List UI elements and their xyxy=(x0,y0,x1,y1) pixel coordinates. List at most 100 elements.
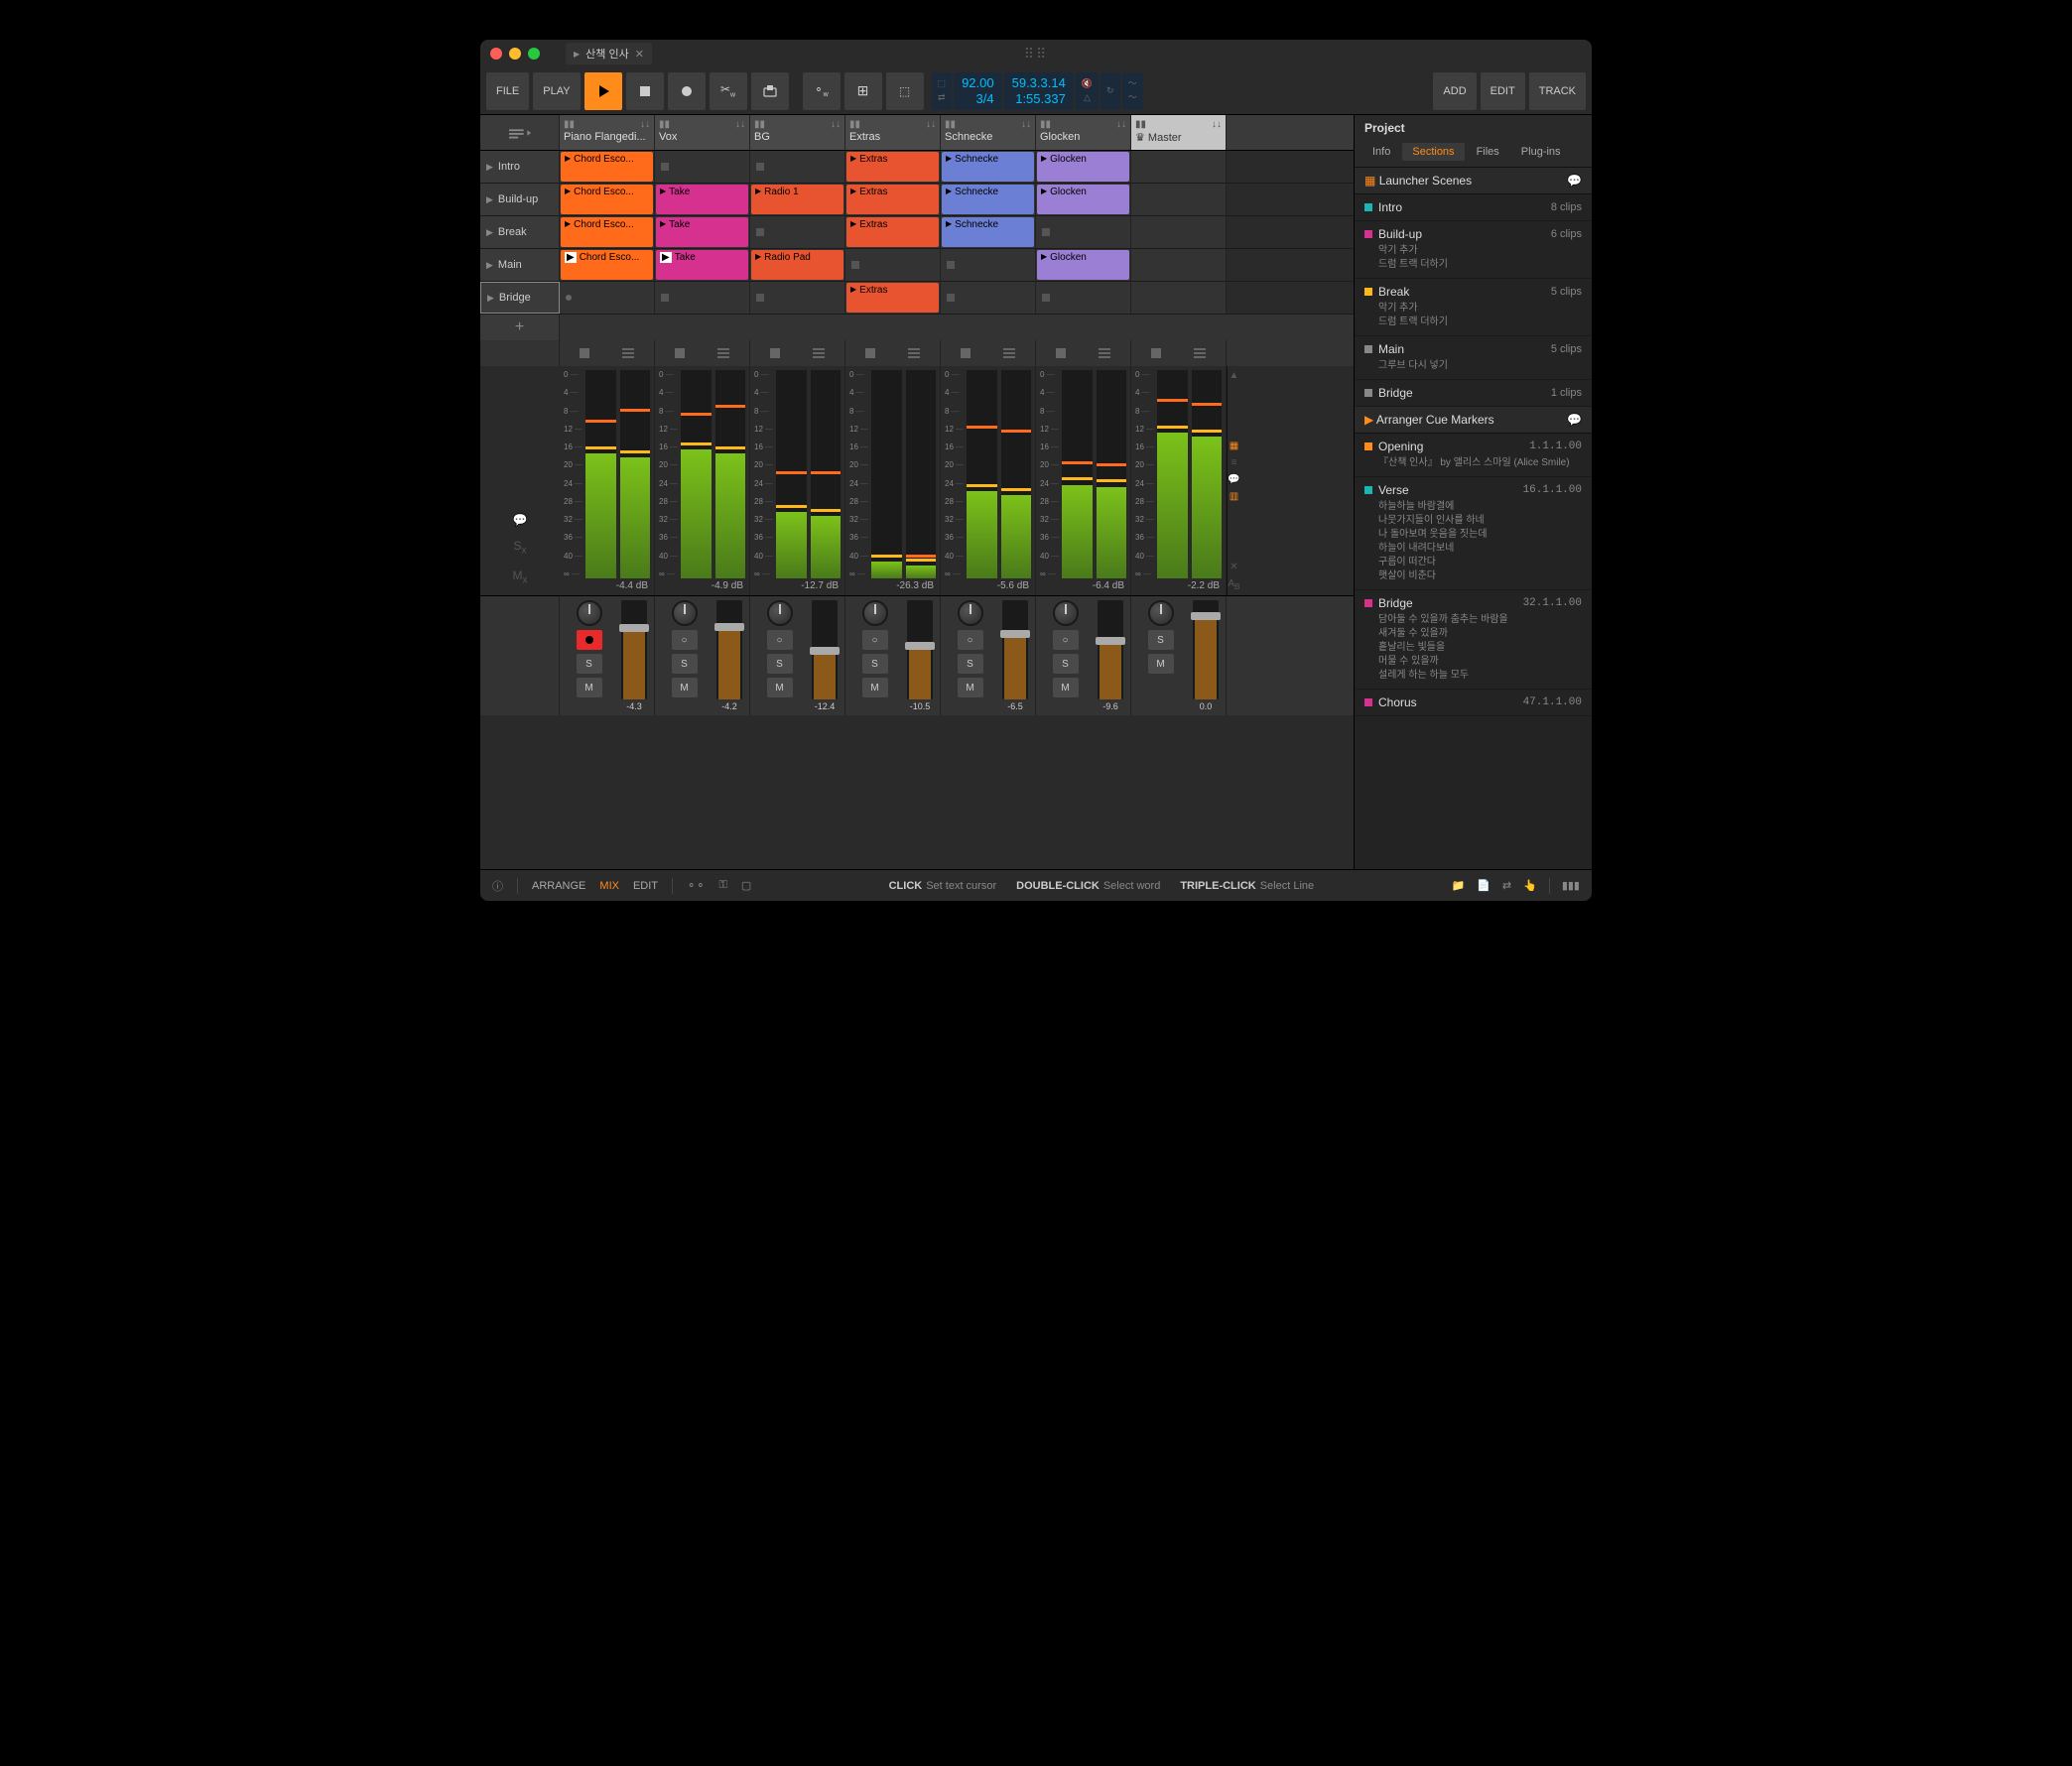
play-menu-button[interactable]: PLAY xyxy=(533,72,580,110)
track-control[interactable] xyxy=(560,340,655,366)
clip-slot[interactable] xyxy=(1131,216,1227,248)
volume-fader[interactable]: -12.4 xyxy=(809,600,841,711)
track-header[interactable]: ▮▮↓↓Vox xyxy=(655,115,750,150)
solo-button[interactable]: S xyxy=(672,654,698,674)
tab-sections[interactable]: Sections xyxy=(1402,143,1464,161)
record-arm-button[interactable]: ○ xyxy=(958,630,983,650)
file-icon[interactable]: 📄 xyxy=(1477,879,1490,892)
clip-slot[interactable] xyxy=(1036,216,1131,248)
scene-launch-button[interactable]: ▶Bridge xyxy=(480,282,560,314)
volume-fader[interactable]: -4.2 xyxy=(713,600,745,711)
mixer-icon[interactable]: ▮▮▮ xyxy=(1562,879,1580,892)
track-control[interactable] xyxy=(655,340,750,366)
track-control[interactable] xyxy=(1036,340,1131,366)
close-panel-icon[interactable]: ✕ xyxy=(1230,562,1237,572)
minimize-icon[interactable] xyxy=(509,48,521,60)
clip-slot[interactable] xyxy=(1131,282,1227,314)
clip-slot[interactable]: ▶Extras xyxy=(845,184,941,215)
track-header[interactable]: ▮▮↓↓Piano Flangedi... xyxy=(560,115,655,150)
record-arm-button[interactable]: ○ xyxy=(767,630,793,650)
add-scene-button[interactable]: + xyxy=(480,315,560,340)
clip-slot[interactable] xyxy=(750,151,845,183)
pan-knob[interactable] xyxy=(672,600,698,626)
mute-button[interactable]: M xyxy=(1053,678,1079,697)
mute-button[interactable]: M xyxy=(1148,654,1174,674)
close-icon[interactable] xyxy=(490,48,502,60)
clip-launcher-button[interactable]: ⚬w xyxy=(803,72,841,110)
tab-files[interactable]: Files xyxy=(1467,143,1509,161)
clip-slot[interactable]: ▶Take xyxy=(655,216,750,248)
clip-slot[interactable]: ▶Take xyxy=(655,249,750,281)
clip-slot[interactable] xyxy=(1131,249,1227,281)
add-button[interactable]: ADD xyxy=(1433,72,1476,110)
mix-view-button[interactable]: MIX xyxy=(599,880,619,892)
tab-plug-ins[interactable]: Plug-ins xyxy=(1511,143,1571,161)
file-button[interactable]: FILE xyxy=(486,72,529,110)
clip-slot[interactable]: ▶Chord Esco... xyxy=(560,216,655,248)
key-icon[interactable]: ⚿ xyxy=(718,879,726,892)
clip-slot[interactable] xyxy=(750,282,845,314)
track-control[interactable] xyxy=(845,340,941,366)
tab-info[interactable]: Info xyxy=(1362,143,1400,161)
mute-button[interactable]: M xyxy=(672,678,698,697)
cue-list-item[interactable]: Chorus47.1.1.00 xyxy=(1355,690,1592,716)
clip-slot[interactable] xyxy=(845,249,941,281)
pan-knob[interactable] xyxy=(862,600,888,626)
solo-button[interactable]: S xyxy=(958,654,983,674)
clip-slot[interactable]: ▶Extras xyxy=(845,151,941,183)
clip-slot[interactable]: ▶Radio Pad xyxy=(750,249,845,281)
scene-launch-button[interactable]: ▶Break xyxy=(480,216,560,248)
scroll-up-icon[interactable]: ▲ xyxy=(1230,370,1239,381)
mix-icon[interactable]: Mx xyxy=(513,568,528,585)
scene-launch-button[interactable]: ▶Main xyxy=(480,249,560,281)
pointer-icon[interactable]: 👆 xyxy=(1523,879,1537,892)
clip-slot[interactable] xyxy=(560,282,655,314)
fx-icon[interactable]: Sx xyxy=(513,539,526,556)
add-track-button[interactable]: ⊞ xyxy=(844,72,882,110)
volume-fader[interactable]: -4.3 xyxy=(618,600,650,711)
track-control[interactable] xyxy=(750,340,845,366)
clip-slot[interactable]: ▶Glocken xyxy=(1036,151,1131,183)
scene-list-item[interactable]: Break5 clips악기 추가드럼 트랙 더하기 xyxy=(1355,279,1592,336)
scene-list-item[interactable]: Intro8 clips xyxy=(1355,194,1592,221)
volume-fader[interactable]: 0.0 xyxy=(1190,600,1222,711)
solo-button[interactable]: S xyxy=(577,654,602,674)
cue-list-item[interactable]: Bridge32.1.1.00담아둘 수 있을까 춤추는 바람을새겨둘 수 있을… xyxy=(1355,590,1592,690)
tempo-display[interactable]: 92.003/4 xyxy=(954,72,1002,110)
clip-slot[interactable]: ▶Extras xyxy=(845,282,941,314)
clip-slot[interactable]: ▶Radio 1 xyxy=(750,184,845,215)
track-header[interactable]: ▮▮↓↓♛ Master xyxy=(1131,115,1227,150)
browser-toggle-button[interactable]: ⬚ xyxy=(886,72,924,110)
clip-slot[interactable]: ▶Chord Esco... xyxy=(560,184,655,215)
stop-button[interactable] xyxy=(626,72,664,110)
maximize-icon[interactable] xyxy=(528,48,540,60)
mixer-view-icon[interactable]: ▥ xyxy=(1230,491,1238,502)
track-header[interactable]: ▮▮↓↓Extras xyxy=(845,115,941,150)
info-icon[interactable]: ⓘ xyxy=(492,878,503,894)
settings-icon[interactable]: ⇄ xyxy=(1502,879,1511,892)
comment-icon[interactable]: 💬 xyxy=(513,513,528,527)
grid-view-icon[interactable]: ▦ xyxy=(1230,441,1238,451)
play-button[interactable] xyxy=(584,72,622,110)
scene-list-item[interactable]: Main5 clips그루브 다시 넣기 xyxy=(1355,336,1592,380)
record-button[interactable] xyxy=(668,72,706,110)
document-tab[interactable]: ▶ 산책 인사 ✕ xyxy=(566,43,652,64)
comment-view-icon[interactable]: 💬 xyxy=(1228,474,1239,485)
automation-write-button[interactable]: ✂w xyxy=(710,72,747,110)
clip-slot[interactable]: ▶Take xyxy=(655,184,750,215)
clip-slot[interactable] xyxy=(1131,151,1227,183)
clip-slot[interactable] xyxy=(655,151,750,183)
track-control[interactable] xyxy=(941,340,1036,366)
mute-button[interactable]: M xyxy=(767,678,793,697)
mute-button[interactable]: M xyxy=(577,678,602,697)
pan-knob[interactable] xyxy=(1053,600,1079,626)
text-size-icon[interactable]: AB xyxy=(1228,578,1239,591)
clip-slot[interactable] xyxy=(941,249,1036,281)
cue-list-item[interactable]: Opening1.1.1.00『산책 인사』 by 앨리스 스마일 (Alice… xyxy=(1355,434,1592,477)
track-header[interactable]: ▮▮↓↓Schnecke xyxy=(941,115,1036,150)
panel-icon[interactable]: ▢ xyxy=(741,879,751,892)
clip-slot[interactable]: ▶Chord Esco... xyxy=(560,249,655,281)
track-header[interactable]: ▮▮↓↓BG xyxy=(750,115,845,150)
clip-slot[interactable]: ▶Glocken xyxy=(1036,249,1131,281)
mute-button[interactable]: M xyxy=(862,678,888,697)
